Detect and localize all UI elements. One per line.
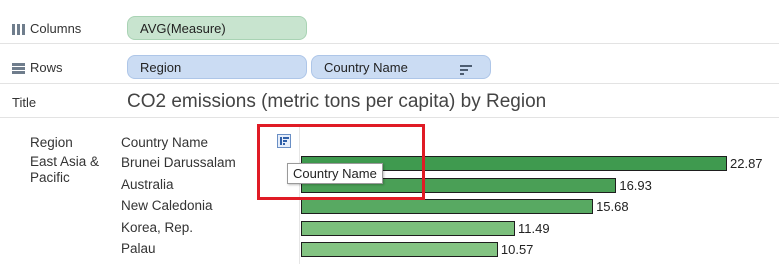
- rows-shelf: Rows Region Country Name: [0, 51, 779, 84]
- country-label[interactable]: Palau: [121, 241, 156, 256]
- avg-measure-pill[interactable]: AVG(Measure): [127, 16, 307, 40]
- region-pill-label: Region: [140, 59, 182, 75]
- avg-measure-pill-label: AVG(Measure): [140, 20, 226, 36]
- columns-label-text: Columns: [30, 20, 82, 36]
- columns-shelf-label: Columns: [12, 13, 81, 43]
- country-name-header[interactable]: Country Name: [121, 135, 208, 150]
- columns-icon: [12, 23, 25, 35]
- country-name-pill-label: Country Name: [324, 59, 408, 75]
- sort-icon: [460, 63, 472, 75]
- region-cell[interactable]: East Asia & Pacific: [30, 154, 99, 186]
- bar-value-label: 11.49: [518, 220, 550, 236]
- highlight-box: [257, 124, 425, 200]
- bar-mark[interactable]: [301, 242, 498, 257]
- bar-value-label: 15.68: [596, 199, 629, 214]
- columns-shelf: Columns AVG(Measure): [0, 13, 779, 44]
- view-title[interactable]: CO2 emissions (metric tons per capita) b…: [127, 87, 546, 117]
- region-cell-line-2: Pacific: [30, 170, 70, 185]
- title-shelf: Title CO2 emissions (metric tons per cap…: [0, 87, 779, 118]
- bar-value-label: 22.87: [730, 156, 763, 171]
- region-cell-line-1: East Asia &: [30, 154, 100, 169]
- country-label[interactable]: Australia: [121, 177, 174, 192]
- bar-mark[interactable]: [301, 220, 516, 236]
- country-label[interactable]: New Caledonia: [121, 198, 213, 213]
- bar-value-label: 16.93: [619, 177, 652, 193]
- bar-mark[interactable]: [301, 199, 594, 214]
- country-name-pill[interactable]: Country Name: [311, 55, 491, 79]
- rows-shelf-label: Rows: [12, 51, 63, 83]
- region-header[interactable]: Region: [30, 135, 73, 150]
- country-label[interactable]: Korea, Rep.: [121, 220, 193, 235]
- rows-icon: [12, 62, 25, 74]
- region-pill[interactable]: Region: [127, 55, 307, 79]
- bar-value-label: 10.57: [500, 242, 534, 257]
- rows-label-text: Rows: [30, 59, 63, 75]
- title-shelf-label: Title: [12, 94, 37, 110]
- country-label[interactable]: Brunei Darussalam: [121, 155, 236, 170]
